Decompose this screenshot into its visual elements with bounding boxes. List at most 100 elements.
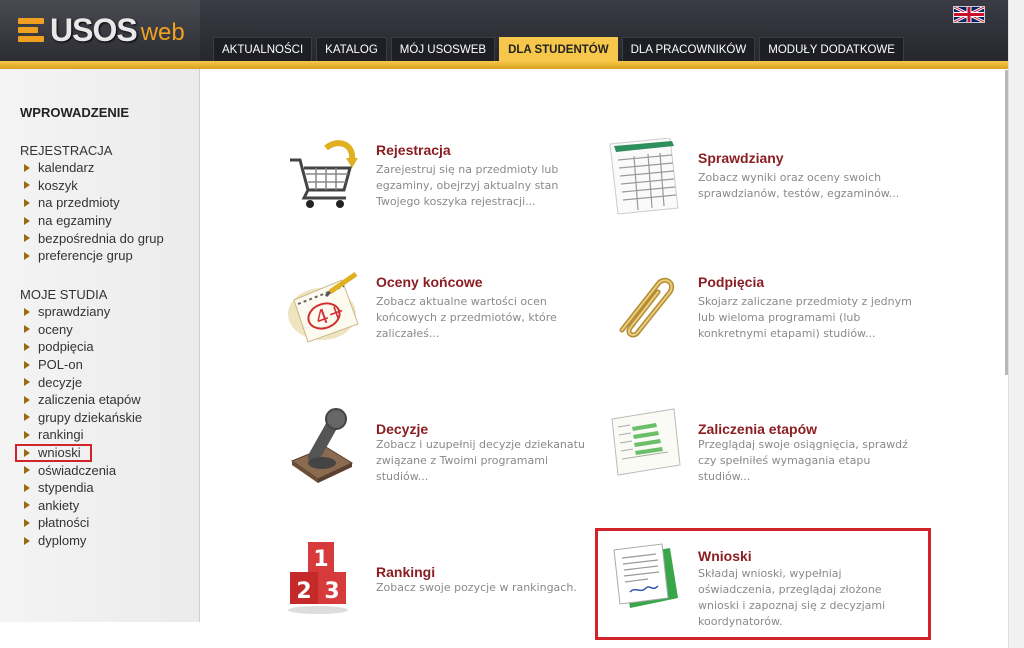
sidebar-item-label: grupy dziekańskie — [38, 409, 143, 425]
bullet-arrow-icon — [24, 360, 30, 369]
sidebar-item-label: zaliczenia etapów — [38, 392, 141, 408]
sidebar-item[interactable]: kalendarz — [20, 159, 164, 177]
sidebar-item-label: preferencje grup — [38, 248, 133, 264]
tile-title[interactable]: Rejestracja — [376, 142, 451, 158]
header-accent-bar — [0, 61, 1008, 69]
tile-title[interactable]: Sprawdziany — [698, 150, 784, 166]
tile-podpiecia[interactable]: Podpięcia Skojarz zaliczane przedmioty z… — [608, 270, 918, 360]
svg-text:3: 3 — [324, 579, 339, 604]
tile-description: Skojarz zaliczane przedmioty z jednym lu… — [698, 295, 912, 340]
sidebar-item[interactable]: bezpośrednia do grup — [20, 229, 164, 247]
sidebar-item[interactable]: koszyk — [20, 177, 164, 195]
logo-mark-icon — [18, 14, 48, 46]
usosweb-logo[interactable]: USOS web — [18, 10, 185, 50]
sidebar-item[interactable]: preferencje grup — [20, 247, 164, 265]
sidebar-section-title[interactable]: MOJE STUDIA — [20, 287, 107, 302]
sidebar-item[interactable]: dyplomy — [20, 532, 142, 550]
svg-text:2: 2 — [296, 579, 311, 604]
tile-title[interactable]: Decyzje — [376, 421, 428, 437]
nav-tab[interactable]: MODUŁY DODATKOWE — [759, 37, 904, 61]
sidebar-item-label: na przedmioty — [38, 195, 120, 211]
bullet-arrow-icon — [24, 163, 30, 172]
sidebar-item-label: płatności — [38, 515, 90, 531]
sidebar-item[interactable]: stypendia — [20, 479, 142, 497]
sidebar-item[interactable]: oceny — [20, 321, 142, 339]
nav-tab[interactable]: KATALOG — [316, 37, 387, 61]
tile-sprawdziany[interactable]: Sprawdziany Zobacz wyniki oraz oceny swo… — [608, 138, 918, 228]
tile-title[interactable]: Zaliczenia etapów — [698, 421, 817, 437]
bullet-arrow-icon — [24, 216, 30, 225]
sidebar-item[interactable]: na egzaminy — [20, 212, 164, 230]
sidebar-item[interactable]: POL-on — [20, 356, 142, 374]
sidebar-item[interactable]: sprawdziany — [20, 303, 142, 321]
sidebar-item-label: bezpośrednia do grup — [38, 230, 164, 246]
main-nav: AKTUALNOŚCI KATALOG MÓJ USOSWEB DLA STUDENT… — [213, 37, 904, 61]
ranking-podium-icon: 1 2 3 — [288, 542, 348, 614]
uk-flag-icon[interactable] — [953, 6, 985, 23]
tile-title[interactable]: Oceny końcowe — [376, 274, 483, 290]
tile-description: Zobacz wyniki oraz oceny swoich sprawdzi… — [698, 171, 900, 200]
sidebar-item-label: POL-on — [38, 357, 83, 373]
tile-decyzje[interactable]: Decyzje Zobacz i uzupełnij decyzje dziek… — [286, 405, 596, 495]
stamp-icon — [290, 408, 354, 483]
shopping-cart-icon — [290, 140, 358, 208]
test-sheet-icon — [609, 138, 679, 215]
sidebar-item-label: oświadczenia — [38, 462, 117, 478]
sidebar-list-moje-studia: sprawdziany oceny podpięcia POL-on decyzje za… — [20, 303, 142, 549]
bullet-arrow-icon — [24, 181, 30, 190]
spreadsheet-icon — [611, 408, 681, 476]
tile-title[interactable]: Podpięcia — [698, 274, 764, 290]
sidebar-heading[interactable]: WPROWADZENIE — [20, 105, 129, 120]
sidebar-item[interactable]: grupy dziekańskie — [20, 409, 142, 427]
bullet-arrow-icon — [24, 307, 30, 316]
sidebar-item[interactable]: ankiety — [20, 497, 142, 515]
logo-text-main: USOS — [50, 11, 138, 48]
bullet-arrow-icon — [24, 466, 30, 475]
sidebar-item[interactable]: rankingi — [20, 426, 142, 444]
bullet-arrow-icon — [24, 198, 30, 207]
bullet-arrow-icon — [24, 430, 30, 439]
svg-text:1: 1 — [313, 547, 328, 572]
tile-description: Zobacz swoje pozycje w rankingach. — [376, 581, 577, 594]
tile-description: Zobacz i uzupełnij decyzje dziekanatu zw… — [376, 438, 585, 483]
sidebar-section-title[interactable]: REJESTRACJA — [20, 143, 112, 158]
bullet-arrow-icon — [24, 395, 30, 404]
tile-description: Zobacz aktualne wartości ocen końcowych … — [376, 295, 557, 340]
tile-description: Zarejestruj się na przedmioty lub egzami… — [376, 163, 559, 208]
tile-rankingi[interactable]: 1 2 3 Rankingi Zobacz swoje pozycje w ra… — [286, 540, 596, 630]
bullet-arrow-icon — [24, 378, 30, 387]
tile-description: Przeglądaj swoje osiągnięcia, sprawdź cz… — [698, 438, 908, 483]
grade-notebook-icon: 4+ — [288, 271, 359, 343]
sidebar-item[interactable]: płatności — [20, 514, 142, 532]
paperclip-icon — [619, 277, 674, 338]
nav-tab[interactable]: MÓJ USOSWEB — [390, 37, 496, 61]
sidebar-item-label: stypendia — [38, 480, 94, 496]
scrollbar-thumb[interactable] — [1005, 70, 1008, 375]
bullet-arrow-icon — [24, 413, 30, 422]
sidebar-item-label: kalendarz — [38, 160, 95, 176]
nav-tab[interactable]: AKTUALNOŚCI — [213, 37, 313, 61]
bullet-arrow-icon — [24, 251, 30, 260]
page-scrollbar[interactable] — [1008, 0, 1024, 648]
bullet-arrow-icon — [24, 501, 30, 510]
sidebar-item[interactable]: podpięcia — [20, 338, 142, 356]
wnioski-tile-highlight-box — [595, 528, 931, 640]
tile-oceny-koncowe[interactable]: 4+ Oceny końcowe Zobacz aktualne wartośc… — [286, 270, 596, 360]
wnioski-highlight-box — [15, 444, 92, 462]
tile-title[interactable]: Rankingi — [376, 564, 435, 580]
tile-zaliczenia-etapow[interactable]: Zaliczenia etapów Przeglądaj swoje osiąg… — [608, 405, 918, 495]
bullet-arrow-icon — [24, 483, 30, 492]
sidebar-item[interactable]: zaliczenia etapów — [20, 391, 142, 409]
sidebar-item-label: oceny — [38, 321, 73, 337]
sidebar-item[interactable]: decyzje — [20, 373, 142, 391]
sidebar: WPROWADZENIE REJESTRACJA kalendarz koszyk… — [0, 69, 200, 622]
tile-rejestracja[interactable]: Rejestracja Zarejestruj się na przedmiot… — [286, 138, 596, 228]
sidebar-item-label: podpięcia — [38, 339, 94, 355]
sidebar-item[interactable]: na przedmioty — [20, 194, 164, 212]
nav-tab[interactable]: DLA STUDENTÓW — [499, 37, 618, 61]
sidebar-item[interactable]: oświadczenia — [20, 461, 142, 479]
sidebar-list-rejestracja: kalendarz koszyk na przedmioty na egzaminy b… — [20, 159, 164, 265]
bullet-arrow-icon — [24, 536, 30, 545]
nav-tab[interactable]: DLA PRACOWNIKÓW — [621, 37, 756, 61]
sidebar-item-label: decyzje — [38, 374, 83, 390]
